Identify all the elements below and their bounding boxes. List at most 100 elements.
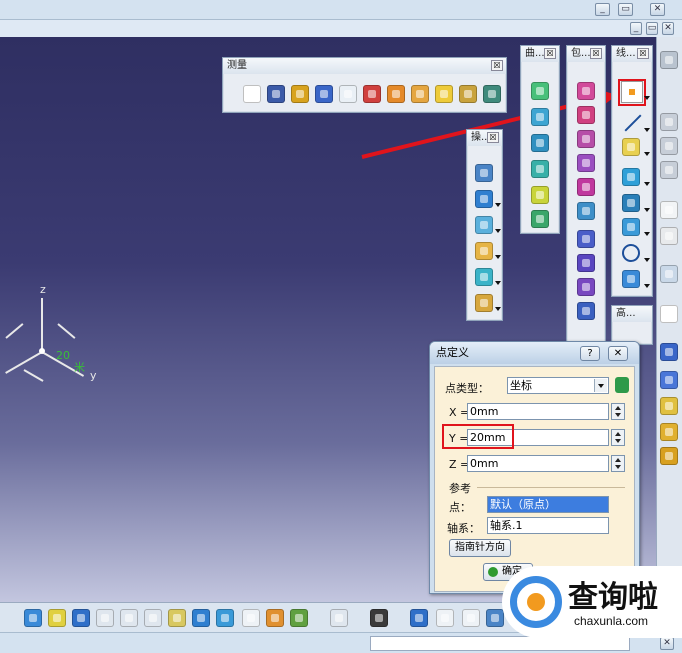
catalog-icon[interactable] <box>660 447 678 465</box>
fit-all-icon[interactable] <box>48 609 66 627</box>
pocket-analysis-icon[interactable] <box>315 85 333 103</box>
fill-icon[interactable] <box>577 230 595 248</box>
point-type-dropdown-icon[interactable] <box>594 379 607 392</box>
operations-toolbar-close-button[interactable]: ☒ <box>487 132 499 143</box>
measure-item-icon[interactable] <box>267 85 285 103</box>
x-spinner[interactable] <box>611 403 625 420</box>
doc-restore-button[interactable]: ▭ <box>646 22 658 35</box>
extrapolate-icon[interactable] <box>475 268 493 286</box>
measure-toolbar[interactable]: 测量 ☒ <box>222 57 507 113</box>
axis-tool-icon[interactable] <box>660 343 678 361</box>
measure-inertia-icon[interactable] <box>291 85 309 103</box>
iso-view-icon[interactable] <box>216 609 234 627</box>
intersection-icon[interactable] <box>622 194 640 212</box>
draft-analysis-icon[interactable] <box>387 85 405 103</box>
point-type-lock-icon[interactable] <box>615 377 629 393</box>
y-spinner[interactable] <box>611 429 625 446</box>
right-vertical-toolbar[interactable] <box>656 37 682 602</box>
view-icon-1[interactable] <box>660 51 678 69</box>
measure-between-icon[interactable] <box>243 85 261 103</box>
environment-mapping-icon[interactable] <box>483 85 501 103</box>
fly-mode-icon[interactable] <box>24 609 42 627</box>
join-icon[interactable] <box>475 164 493 182</box>
multi-section-icon[interactable] <box>531 210 549 228</box>
translate-dropdown-arrow[interactable] <box>495 255 501 259</box>
intersection-dropdown-arrow[interactable] <box>644 208 650 212</box>
hide-show-icon[interactable] <box>242 609 260 627</box>
wireframe-toolbar[interactable]: 线... ☒ <box>611 45 653 297</box>
plane-dropdown-arrow[interactable] <box>644 152 650 156</box>
zoom-out-icon[interactable] <box>144 609 162 627</box>
dialog-close-button[interactable]: ✕ <box>608 346 628 361</box>
sketch-curve-icon[interactable] <box>531 82 549 100</box>
advanced-toolbar[interactable]: 高... <box>611 305 653 345</box>
point-dropdown-arrow[interactable] <box>644 96 650 100</box>
thicken-icon[interactable] <box>577 302 595 320</box>
sketch-icon[interactable] <box>660 265 678 283</box>
point-definition-dialog[interactable]: 点定义 ? ✕ 点类型： 坐标 X = 0mm Y = 20mm Z = 0mm… <box>429 341 640 594</box>
view-icon-2[interactable] <box>660 113 678 131</box>
pan-icon[interactable] <box>72 609 90 627</box>
window-restore-button[interactable]: ▭ <box>618 3 633 16</box>
offset-curve-dropdown-arrow[interactable] <box>644 232 650 236</box>
operations-toolbar[interactable]: 操... ☒ <box>466 129 503 321</box>
plane-icon[interactable] <box>622 138 640 156</box>
z-spinner[interactable] <box>611 455 625 472</box>
swap-visible-icon[interactable] <box>266 609 284 627</box>
split-dropdown-arrow[interactable] <box>495 203 501 207</box>
offset-curve-icon[interactable] <box>622 218 640 236</box>
doc-close-button[interactable]: ✕ <box>662 22 674 35</box>
law-icon[interactable] <box>475 294 493 312</box>
normal-view-icon[interactable] <box>168 609 186 627</box>
snap-icon[interactable] <box>660 227 678 245</box>
law-dropdown-arrow[interactable] <box>495 307 501 311</box>
dialog-help-button[interactable]: ? <box>580 346 600 361</box>
surfaces-toolbar[interactable]: 包... ☒ <box>566 45 606 345</box>
sweep-icon[interactable] <box>577 202 595 220</box>
spline-icon[interactable] <box>622 270 640 288</box>
axis-system-field[interactable]: 轴系.1 <box>487 517 609 534</box>
projection-dropdown-arrow[interactable] <box>644 182 650 186</box>
split-icon[interactable] <box>475 190 493 208</box>
line-icon[interactable] <box>622 112 642 132</box>
layers-icon[interactable] <box>330 609 348 627</box>
x-input[interactable]: 0mm <box>467 403 609 420</box>
fillet-icon[interactable] <box>475 216 493 234</box>
view-icon-4[interactable] <box>660 161 678 179</box>
offset-surface-icon[interactable] <box>531 134 549 152</box>
spline-dropdown-arrow[interactable] <box>644 284 650 288</box>
hierarchy-icon[interactable] <box>486 609 504 627</box>
blend-surface-icon[interactable] <box>531 160 549 178</box>
connect-checker-icon[interactable] <box>411 85 429 103</box>
window-minimize-button[interactable]: _ <box>595 3 610 16</box>
line-dropdown-arrow[interactable] <box>644 128 650 132</box>
sphere-icon[interactable] <box>577 130 595 148</box>
command-input[interactable] <box>370 636 630 651</box>
blend-icon[interactable] <box>577 278 595 296</box>
surfaces-toolbar-close-button[interactable]: ☒ <box>590 48 602 59</box>
offset-icon[interactable] <box>577 178 595 196</box>
curves-toolbar-close-button[interactable]: ☒ <box>544 48 556 59</box>
circle-icon[interactable] <box>622 244 640 262</box>
z-input[interactable]: 0mm <box>467 455 609 472</box>
circle-dropdown-arrow[interactable] <box>644 258 650 262</box>
point-type-select[interactable]: 坐标 <box>507 377 609 394</box>
translate-icon[interactable] <box>475 242 493 260</box>
measure-toolbar-close-button[interactable]: ☒ <box>491 60 503 71</box>
zoom-in-icon[interactable] <box>120 609 138 627</box>
curve-tool-icon[interactable] <box>660 305 678 323</box>
reflect-lines-icon[interactable] <box>459 85 477 103</box>
revolve-icon[interactable] <box>577 106 595 124</box>
doc-minimize-button[interactable]: _ <box>630 22 642 35</box>
curve-analysis-icon[interactable] <box>339 85 357 103</box>
multi-view-icon[interactable] <box>192 609 210 627</box>
update-icon[interactable] <box>410 609 428 627</box>
projection-icon[interactable] <box>622 168 640 186</box>
window-close-button[interactable]: ✕ <box>650 3 665 16</box>
surface-curvature-icon[interactable] <box>435 85 453 103</box>
curves-toolbar[interactable]: 曲... ☒ <box>520 45 560 234</box>
view-icon-3[interactable] <box>660 137 678 155</box>
cylinder-icon[interactable] <box>577 154 595 172</box>
rotate-icon[interactable] <box>96 609 114 627</box>
repeat-icon[interactable] <box>660 397 678 415</box>
